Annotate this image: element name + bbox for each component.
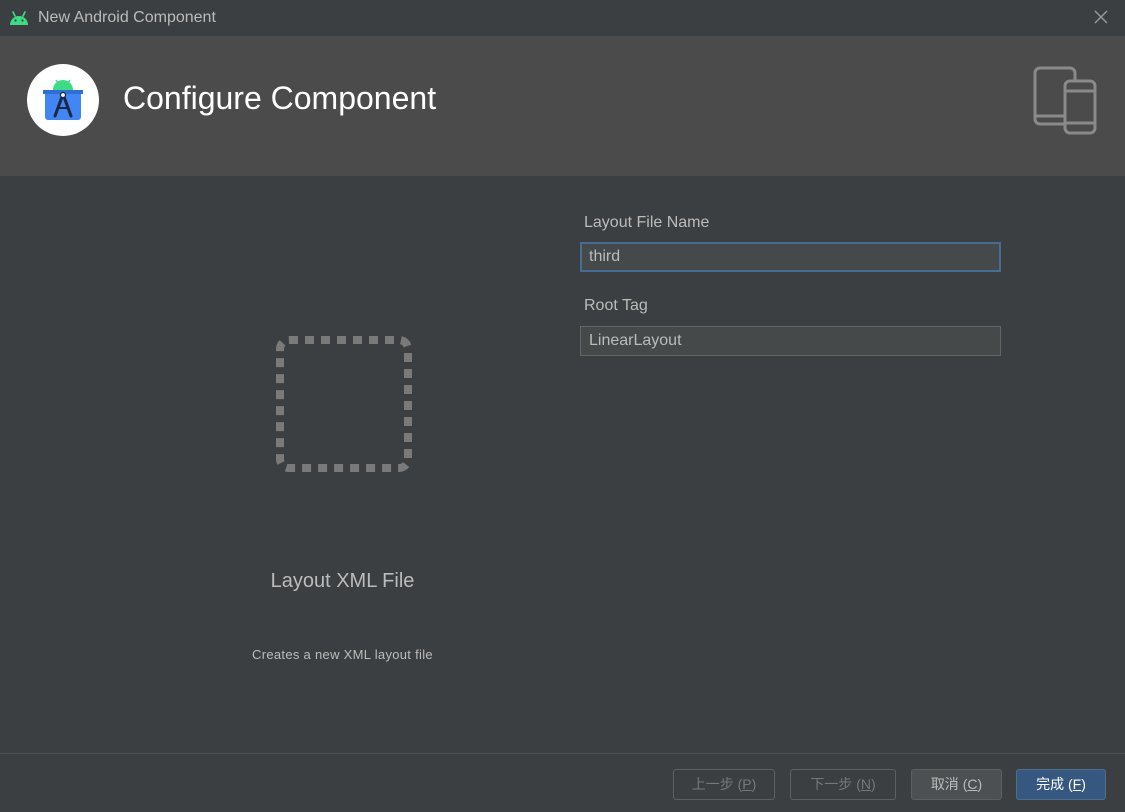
android-studio-logo-icon (43, 79, 83, 120)
preview-description: Creates a new XML layout file (252, 647, 433, 662)
layout-file-name-input[interactable] (580, 242, 1001, 272)
next-button[interactable]: 下一步 (N) (790, 769, 896, 800)
window-title: New Android Component (38, 9, 216, 26)
root-tag-input[interactable] (580, 326, 1001, 356)
layout-placeholder-icon (276, 336, 412, 472)
previous-button[interactable]: 上一步 (P) (673, 769, 775, 800)
preview-title: Layout XML File (270, 570, 415, 592)
close-icon[interactable] (1091, 7, 1111, 27)
page-title: Configure Component (123, 80, 437, 116)
footer-divider (0, 753, 1125, 754)
dialog-header: Configure Component (0, 36, 1125, 176)
root-tag-label: Root Tag (584, 297, 648, 314)
cancel-button[interactable]: 取消 (C) (911, 769, 1002, 800)
android-studio-logo (27, 64, 99, 136)
tablet-phone-icon (1033, 66, 1097, 135)
finish-button[interactable]: 完成 (F) (1016, 769, 1106, 800)
window-titlebar: New Android Component (0, 0, 1125, 36)
android-icon (10, 11, 28, 25)
layout-file-name-label: Layout File Name (584, 214, 710, 231)
